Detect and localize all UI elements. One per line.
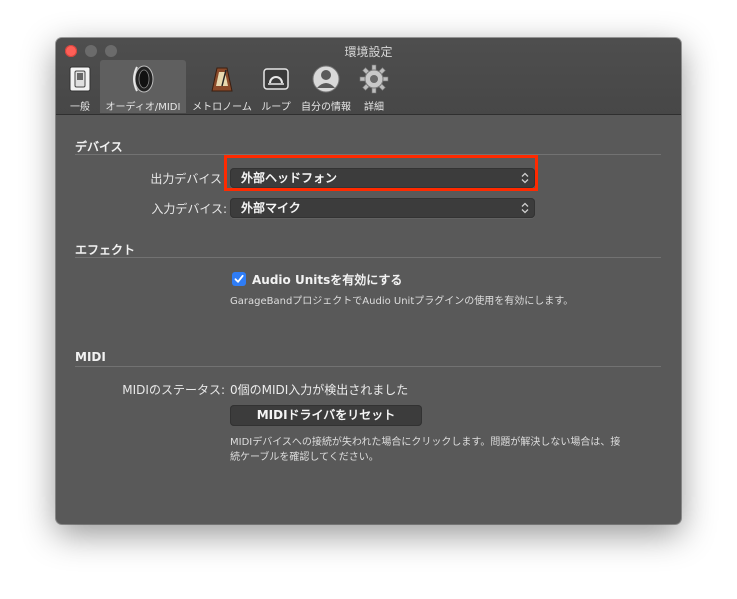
effects-section-title: エフェクト bbox=[75, 243, 136, 257]
tab-my-info[interactable]: 自分の情報 bbox=[298, 60, 354, 113]
tab-label: ループ bbox=[261, 102, 291, 113]
tab-advanced[interactable]: 詳細 bbox=[358, 60, 390, 113]
midi-description-line-1: MIDIデバイスへの接続が失われた場合にクリックします。問題が解決しない場合は、… bbox=[230, 437, 621, 448]
title-bar: 環境設定 一般 オーディオ/MIDI メトロノーム ループ 自分の情報 詳細 bbox=[56, 38, 681, 115]
tab-label: オーディオ/MIDI bbox=[105, 102, 181, 113]
audio-units-checkbox[interactable] bbox=[232, 272, 246, 286]
section-divider bbox=[75, 366, 661, 367]
audio-midi-pane: デバイス 出力デバイス 外部ヘッドフォン 入力デバイス: 外部マイク エフェクト… bbox=[56, 115, 681, 524]
loop-icon bbox=[263, 68, 289, 90]
switch-icon bbox=[69, 66, 91, 92]
input-device-popup[interactable]: 外部マイク bbox=[230, 198, 535, 218]
midi-description-line-2: 続ケーブルを確認してください。 bbox=[230, 452, 379, 463]
gear-icon bbox=[359, 64, 389, 94]
tab-label: 自分の情報 bbox=[301, 102, 351, 113]
metronome-icon bbox=[211, 67, 233, 92]
tab-metronome[interactable]: メトロノーム bbox=[190, 60, 254, 113]
user-icon bbox=[312, 65, 340, 93]
tab-loops[interactable]: ループ bbox=[258, 60, 294, 113]
section-divider bbox=[75, 257, 661, 258]
tab-label: メトロノーム bbox=[192, 102, 252, 113]
midi-status-label: MIDIのステータス: bbox=[122, 383, 225, 397]
preferences-window: 環境設定 一般 オーディオ/MIDI メトロノーム ループ 自分の情報 詳細 デ… bbox=[56, 38, 681, 524]
chevron-updown-icon bbox=[521, 202, 529, 214]
window-title: 環境設定 bbox=[344, 45, 393, 59]
output-device-label: 出力デバイス bbox=[150, 172, 222, 186]
speaker-icon bbox=[133, 65, 154, 93]
midi-section-title: MIDI bbox=[75, 350, 106, 364]
devices-section-title: デバイス bbox=[75, 140, 123, 154]
input-device-value: 外部マイク bbox=[241, 201, 301, 215]
highlight-box bbox=[224, 155, 538, 191]
midi-status-value: 0個のMIDI入力が検出されました bbox=[230, 383, 409, 397]
checkmark-icon bbox=[234, 274, 244, 283]
tab-general[interactable]: 一般 bbox=[64, 60, 96, 113]
tab-audio-midi[interactable]: オーディオ/MIDI bbox=[100, 60, 186, 113]
tab-label: 一般 bbox=[70, 102, 90, 113]
tab-label: 詳細 bbox=[364, 102, 384, 113]
reset-midi-drivers-button[interactable]: MIDIドライバをリセット bbox=[230, 405, 422, 426]
audio-units-description: GarageBandプロジェクトでAudio Unitプラグインの使用を有効にし… bbox=[230, 296, 574, 307]
input-device-label: 入力デバイス: bbox=[151, 202, 227, 216]
audio-units-checkbox-label[interactable]: Audio Unitsを有効にする bbox=[252, 271, 402, 288]
